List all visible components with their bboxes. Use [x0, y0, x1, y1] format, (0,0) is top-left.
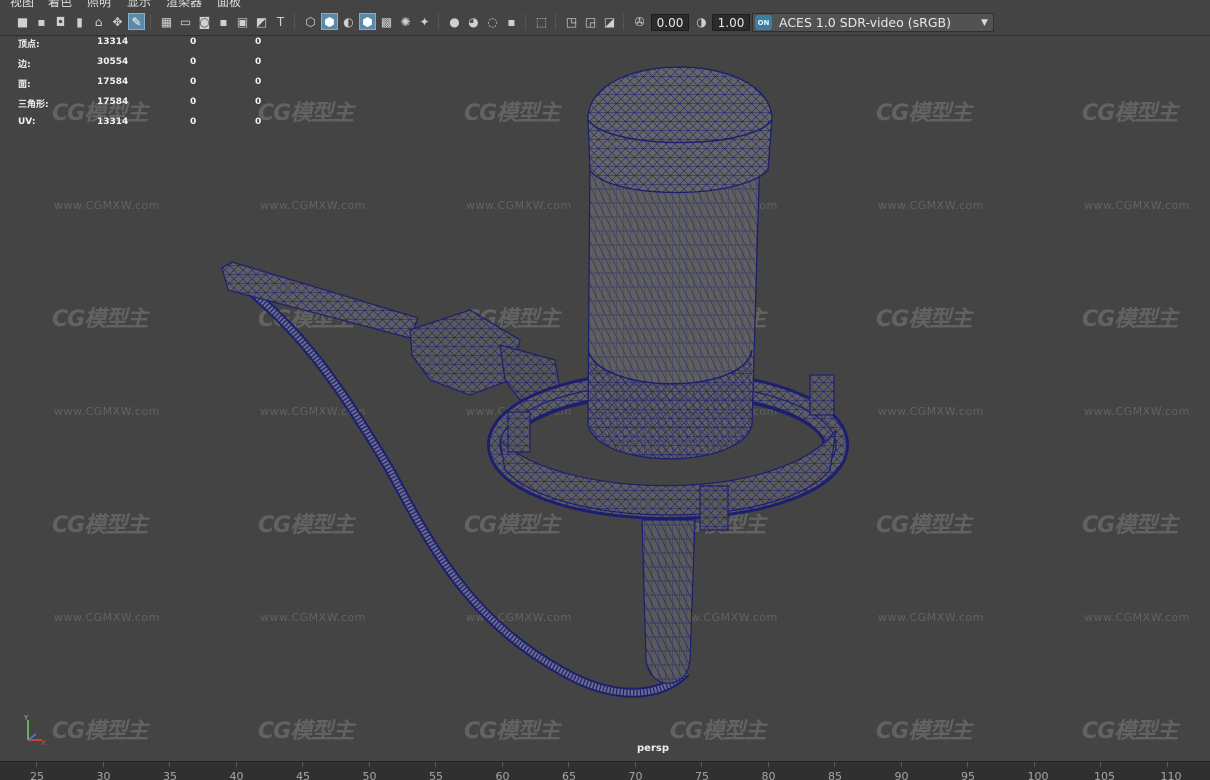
ruler-tick-mark: [900, 762, 902, 767]
ruler-tick-label: 110: [1160, 770, 1182, 780]
time-slider-ruler[interactable]: 25 30 35 40 45 50 55 60 65 70 75 80 85 90 95 100 105 110: [0, 761, 1210, 780]
ruler-tick-mark: [1166, 762, 1168, 767]
hud-row-edges: 边: 30554 0 0: [18, 57, 262, 70]
ruler-tick-label: 40: [229, 770, 244, 780]
ruler-tick-mark: [235, 762, 237, 767]
svg-text:Y: Y: [23, 714, 29, 722]
color-management-toggle[interactable]: ON: [755, 15, 772, 30]
ruler-tick-mark: [634, 762, 636, 767]
chevron-down-icon[interactable]: ▼: [976, 14, 993, 31]
hud-row-vertices: 顶点: 13314 0 0: [18, 37, 262, 50]
menu-renderer[interactable]: 渲染器: [166, 0, 202, 8]
shadows-icon[interactable]: ✦: [416, 13, 433, 30]
grid-icon[interactable]: ▦: [158, 13, 175, 30]
smooth-shade-icon[interactable]: ⬢: [321, 13, 338, 30]
field-chart-icon[interactable]: ▣: [234, 13, 251, 30]
color-space-dropdown[interactable]: ON ACES 1.0 SDR-video (sRGB) ▼: [752, 13, 994, 32]
ruler-tick-mark: [501, 762, 503, 767]
viewport-persp[interactable]: CG模型主 CG模型主 CG模型主 CG模型主 www.CGMXW.com www.CGM…: [0, 37, 1210, 761]
xray-joints-icon[interactable]: ◪: [601, 13, 618, 30]
wireframe-on-shaded-icon[interactable]: ⬢: [359, 13, 376, 30]
ruler-tick-mark: [302, 762, 303, 767]
menu-lighting[interactable]: 照明: [87, 0, 111, 8]
ruler-tick-label: 85: [828, 770, 842, 780]
ruler-tick-label: 105: [1094, 770, 1115, 780]
hud-row-triangles: 三角形: 17584 0 0: [18, 97, 262, 110]
menu-shading[interactable]: 着色: [48, 0, 72, 8]
ruler-tick-mark: [36, 762, 37, 767]
ruler-tick-mark: [102, 762, 104, 767]
ruler-tick-label: 65: [562, 770, 576, 780]
motion-blur-icon[interactable]: ◕: [465, 13, 482, 30]
safe-action-icon[interactable]: ◩: [253, 13, 270, 30]
default-material-icon[interactable]: ◐: [340, 13, 357, 30]
ruler-tick-label: 80: [761, 770, 776, 780]
camera-name-label: persp: [637, 743, 669, 754]
ruler-tick-label: 70: [628, 770, 643, 780]
ruler-tick-label: 100: [1027, 770, 1049, 780]
exposure-field[interactable]: 0.00: [651, 14, 689, 31]
grease-pencil-active-icon[interactable]: ✎: [128, 13, 145, 30]
menu-view[interactable]: 视图: [10, 0, 34, 8]
xray-icon[interactable]: ◳: [563, 13, 580, 30]
screen-space-ao-icon[interactable]: ●: [446, 13, 463, 30]
microphone-wireframe-model[interactable]: [0, 37, 1210, 761]
ruler-tick-label: 55: [429, 770, 443, 780]
menu-panels[interactable]: 面板: [217, 0, 241, 8]
panel-toolbar: ■ ▪ ◘ ▮ ⌂ ✥ ✎ ▦ ▭ ◙ ▪ ▣ ◩ T ⬡ ⬢ ◐ ⬢ ▩ ✺ …: [0, 8, 1210, 36]
2d-pan-zoom-icon[interactable]: ✥: [109, 13, 126, 30]
camera-attributes-icon[interactable]: ▪: [33, 13, 50, 30]
use-all-lights-icon[interactable]: ✺: [397, 13, 414, 30]
image-plane-icon[interactable]: ▮: [71, 13, 88, 30]
hud-row-uvs: UV: 13314 0 0: [18, 117, 262, 127]
multisample-aa-icon[interactable]: ◌: [484, 13, 501, 30]
body-mesh: [587, 149, 761, 460]
wireframe-icon[interactable]: ⬡: [302, 13, 319, 30]
textured-icon[interactable]: ▩: [378, 13, 395, 30]
ruler-tick-label: 35: [163, 770, 177, 780]
depth-of-field-icon[interactable]: ▪: [503, 13, 520, 30]
boom-arm-mesh: [221, 261, 561, 401]
ruler-tick-mark: [1100, 762, 1101, 767]
ruler-tick-mark: [1033, 762, 1035, 767]
grease-pencil-icon[interactable]: ⌂: [90, 13, 107, 30]
handle-mesh: [641, 519, 696, 684]
ruler-tick-mark: [368, 762, 370, 767]
ruler-tick-label: 45: [296, 770, 310, 780]
ruler-tick-mark: [435, 762, 436, 767]
ruler-tick-mark: [767, 762, 769, 767]
svg-text:X: X: [41, 739, 46, 746]
camera-select-icon[interactable]: ■: [14, 13, 31, 30]
ruler-tick-mark: [169, 762, 170, 767]
ruler-tick-label: 50: [362, 770, 377, 780]
ruler-tick-label: 60: [495, 770, 510, 780]
color-space-label: ACES 1.0 SDR-video (sRGB): [779, 15, 951, 30]
head-mesh: [587, 66, 773, 194]
gamma-field[interactable]: 1.00: [712, 14, 750, 31]
xray-active-components-icon[interactable]: ◲: [582, 13, 599, 30]
ruler-tick-mark: [834, 762, 835, 767]
bookmarks-icon[interactable]: ◘: [52, 13, 69, 30]
axis-gizmo-icon: Y X: [23, 714, 46, 746]
ruler-tick-label: 75: [695, 770, 709, 780]
ruler-tick-mark: [701, 762, 702, 767]
hud-row-faces: 面: 17584 0 0: [18, 77, 262, 90]
menu-show[interactable]: 显示: [127, 0, 151, 8]
isolate-select-icon[interactable]: ⬚: [533, 13, 550, 30]
ruler-tick-label: 90: [894, 770, 909, 780]
ruler-tick-label: 95: [961, 770, 975, 780]
exposure-icon[interactable]: ✇: [631, 13, 648, 30]
resolution-gate-icon[interactable]: ◙: [196, 13, 213, 30]
menu-bar: 视图 着色 照明 显示 渲染器 面板: [0, 0, 1210, 8]
ruler-tick-mark: [568, 762, 569, 767]
gate-mask-icon[interactable]: ▪: [215, 13, 232, 30]
ruler-tick-mark: [967, 762, 968, 767]
film-gate-icon[interactable]: ▭: [177, 13, 194, 30]
gamma-icon[interactable]: ◑: [693, 13, 710, 30]
ruler-tick-label: 30: [96, 770, 111, 780]
ruler-tick-label: 25: [30, 770, 44, 780]
safe-title-icon[interactable]: T: [272, 13, 289, 30]
